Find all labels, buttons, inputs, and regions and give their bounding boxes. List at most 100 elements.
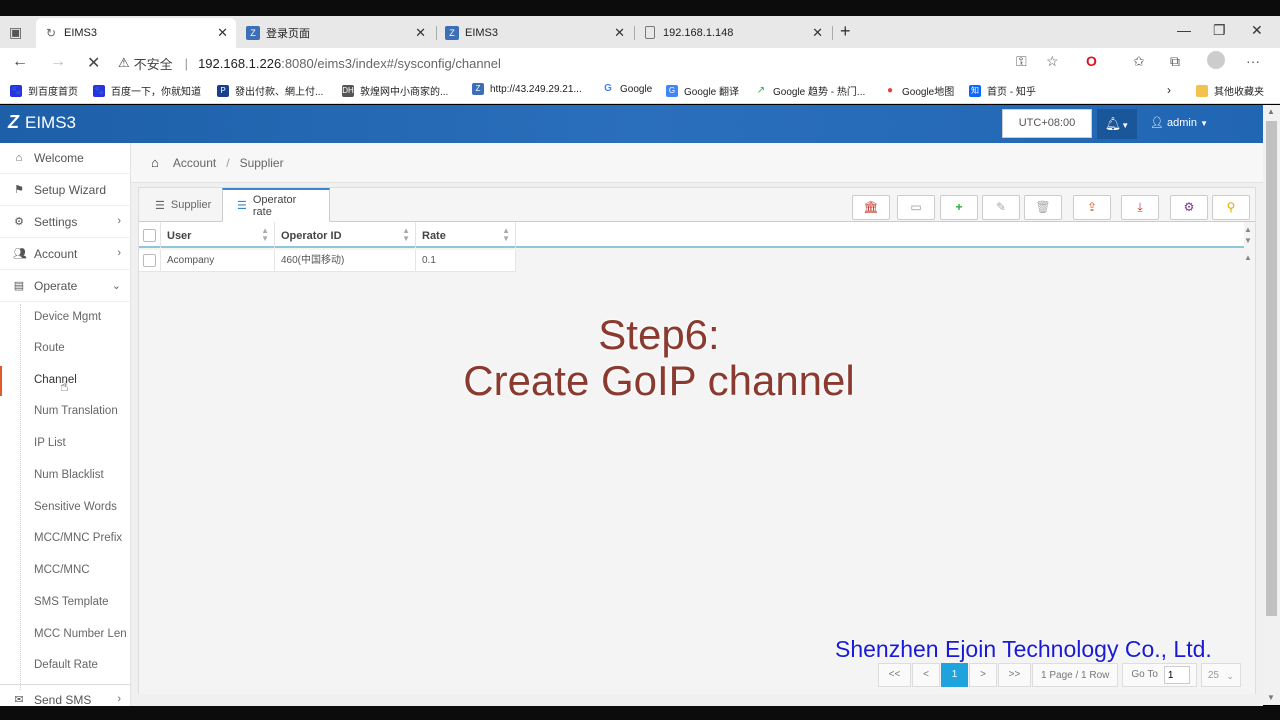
- users-icon: 👥︎: [13, 248, 27, 260]
- restore-icon[interactable]: ❐: [1213, 22, 1226, 39]
- settings-button[interactable]: ⚙: [1170, 195, 1208, 220]
- page-scrollbar[interactable]: ▲ ▼: [1263, 105, 1280, 705]
- submenu-item-num-blacklist[interactable]: Num Blacklist: [34, 469, 104, 481]
- key-icon[interactable]: ⚿: [1016, 53, 1027, 70]
- favorite-star-icon[interactable]: ☆: [1046, 53, 1059, 70]
- browser-tab-1[interactable]: ↻ EIMS3 ✕: [36, 18, 236, 48]
- close-tab-icon[interactable]: ✕: [812, 25, 823, 41]
- app-logo[interactable]: Z EIMS3: [8, 112, 76, 133]
- url-path: :8080/eims3/index#/sysconfig/channel: [281, 55, 501, 71]
- bookmark-item[interactable]: Zhttp://43.249.29.21...: [472, 83, 582, 95]
- bookmark-folder-other[interactable]: 其他收藏夹: [1196, 83, 1264, 98]
- submenu-item-num-translation[interactable]: Num Translation: [34, 405, 118, 417]
- browser-tab-3[interactable]: Z EIMS3 ✕: [437, 18, 633, 48]
- scroll-up-icon[interactable]: ▲: [1244, 253, 1252, 262]
- back-icon[interactable]: ←: [12, 53, 28, 71]
- user-menu[interactable]: 👤︎ admin ▼: [1150, 116, 1208, 129]
- forward-icon[interactable]: →: [50, 53, 66, 71]
- url-field[interactable]: ⚠ 不安全 | 192.168.1.226 :8080/eims3/index#…: [118, 50, 1078, 76]
- breadcrumb-item[interactable]: Account: [173, 156, 216, 170]
- upload-button[interactable]: ⇪: [1073, 195, 1111, 220]
- bank-button[interactable]: 🏛︎: [852, 195, 890, 220]
- submenu-item-mcc-mnc[interactable]: MCC/MNC: [34, 564, 90, 576]
- collections-icon[interactable]: ⧉: [1170, 53, 1180, 70]
- operator-rate-panel: ☰ Supplier ☰ Operator rate 🏛︎ ▭ + ✎ 🗑︎ ⇪…: [138, 187, 1256, 694]
- add-button[interactable]: +: [940, 195, 978, 220]
- bookmark-item[interactable]: G Google: [602, 83, 652, 95]
- home-icon[interactable]: ⌂: [151, 155, 159, 170]
- sidebar-item-settings[interactable]: ⚙ Settings ›: [0, 207, 131, 238]
- browser-tab-title: EIMS3: [465, 27, 499, 39]
- prev-page-button[interactable]: <: [912, 663, 940, 687]
- delete-button[interactable]: 🗑︎: [1024, 195, 1062, 220]
- row-checkbox[interactable]: [143, 254, 156, 267]
- scrollbar-thumb[interactable]: [1266, 121, 1277, 616]
- breadcrumb: ⌂ Account / Supplier: [131, 143, 1263, 183]
- card-button[interactable]: ▭: [897, 195, 935, 220]
- column-header-rate[interactable]: Rate ▲ ▼: [416, 222, 516, 248]
- first-page-button[interactable]: <<: [878, 663, 911, 687]
- browser-tab-2[interactable]: Z 登录页面 ✕: [238, 18, 434, 48]
- scroll-up-icon[interactable]: ▲: [1244, 225, 1252, 234]
- opera-icon[interactable]: O: [1086, 53, 1097, 69]
- select-all-checkbox[interactable]: [143, 229, 156, 242]
- next-page-button[interactable]: >: [969, 663, 997, 687]
- close-tab-icon[interactable]: ✕: [614, 25, 625, 41]
- scroll-up-icon[interactable]: ▲: [1267, 107, 1275, 116]
- bookmark-item[interactable]: 🐾 到百度首页: [10, 83, 78, 98]
- close-window-icon[interactable]: ✕: [1251, 22, 1263, 39]
- data-grid: User ▲▼ Operator ID ▲▼ Rate ▲▼ ▲ ▼ ▲: [139, 222, 1255, 694]
- scroll-down-icon[interactable]: ▼: [1244, 236, 1252, 245]
- tab-operator-rate[interactable]: ☰ Operator rate: [222, 188, 330, 222]
- submenu-item-sms-template[interactable]: SMS Template: [34, 596, 109, 608]
- column-header-operator-id[interactable]: Operator ID ▲ ▼: [275, 222, 416, 248]
- sidebar-item-setup-wizard[interactable]: ⚑ Setup Wizard: [0, 175, 131, 206]
- submenu-item-sensitive-words[interactable]: Sensitive Words: [34, 501, 117, 513]
- goto-page-input[interactable]: [1163, 666, 1190, 684]
- scroll-down-icon[interactable]: ▼: [1267, 693, 1275, 702]
- google-icon: G: [602, 83, 614, 95]
- submenu-item-default-rate[interactable]: Default Rate: [34, 659, 98, 671]
- submenu-item-ip-list[interactable]: IP List: [34, 437, 66, 449]
- bookmark-item[interactable]: G Google 翻译: [666, 83, 739, 98]
- last-page-button[interactable]: >>: [998, 663, 1031, 687]
- sidebar-item-welcome[interactable]: ⌂ Welcome: [0, 143, 131, 174]
- profile-avatar[interactable]: [1207, 51, 1225, 69]
- page-size-select[interactable]: 25 ⌄: [1200, 663, 1241, 687]
- cell-rate: 0.1: [416, 250, 516, 272]
- bookmark-item[interactable]: ● Google地图: [884, 83, 954, 98]
- favorites-icon[interactable]: ✩: [1133, 53, 1145, 70]
- column-header-user[interactable]: User ▲ ▼: [161, 222, 275, 248]
- logo-mark-icon: Z: [8, 112, 19, 132]
- browser-tab-4[interactable]: 192.168.1.148 ✕: [635, 18, 831, 48]
- timezone-display[interactable]: UTC+08:00: [1002, 109, 1092, 138]
- bookmark-item[interactable]: P 發出付款、網上付...: [217, 83, 323, 98]
- table-row[interactable]: Acompany 460(中国移动) 0.1: [139, 250, 516, 272]
- minimize-icon[interactable]: —: [1177, 22, 1191, 38]
- close-tab-icon[interactable]: ✕: [415, 25, 426, 41]
- current-page-button[interactable]: 1: [941, 663, 968, 687]
- close-tab-icon[interactable]: ✕: [217, 25, 228, 41]
- notifications-button[interactable]: 🔔︎▼: [1097, 109, 1137, 139]
- download-button[interactable]: ⤓: [1121, 195, 1159, 220]
- list-icon: ☰: [155, 199, 165, 212]
- new-tab-button[interactable]: +: [840, 21, 851, 42]
- sidebar-item-operate[interactable]: ▤ Operate ⌄: [0, 271, 131, 302]
- sidebar-item-account[interactable]: 👥︎ Account ›: [0, 239, 131, 270]
- search-button[interactable]: ⚲: [1212, 195, 1250, 220]
- tab-actions-icon[interactable]: ▣: [9, 24, 22, 41]
- stop-icon[interactable]: ✕: [87, 53, 100, 73]
- bookmark-item[interactable]: 🐾 百度一下，你就知道: [93, 83, 201, 98]
- bookmark-item[interactable]: ↗ Google 趋势 - 热门...: [755, 83, 865, 98]
- more-menu-icon[interactable]: ···: [1246, 53, 1260, 69]
- bookmark-item[interactable]: 知首页 - 知乎: [969, 83, 1036, 98]
- column-title: Operator ID: [281, 230, 342, 242]
- bookmark-item[interactable]: DH 敦煌网中小商家的...: [342, 83, 448, 98]
- bookmarks-overflow-icon[interactable]: ›: [1167, 83, 1171, 97]
- edit-button[interactable]: ✎: [982, 195, 1020, 220]
- submenu-item-mcc-number-len[interactable]: MCC Number Len: [34, 628, 127, 640]
- dh-icon: DH: [342, 84, 354, 97]
- submenu-item-mcc-mnc-prefix[interactable]: MCC/MNC Prefix: [34, 532, 122, 544]
- tab-supplier[interactable]: ☰ Supplier: [141, 188, 223, 222]
- loading-icon: ↻: [45, 26, 57, 40]
